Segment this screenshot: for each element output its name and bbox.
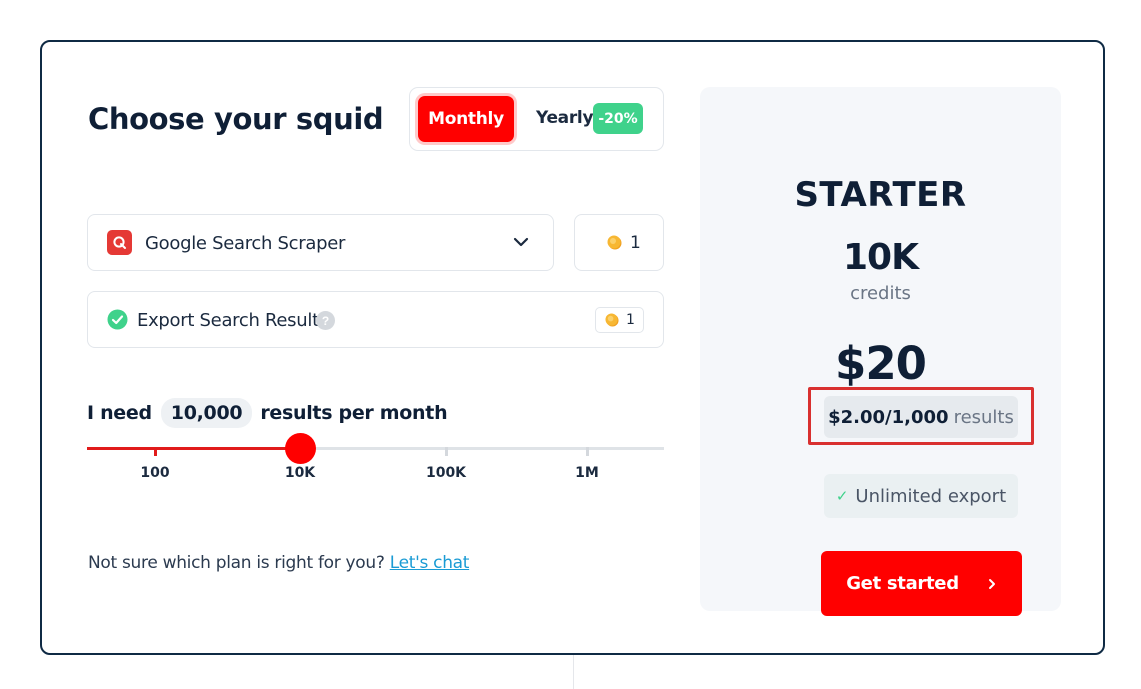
addon-export-search-results[interactable]: Export Search Results ? 1: [87, 291, 664, 348]
plan-price: $20: [835, 337, 927, 390]
usage-sentence: I need 10,000 results per month: [87, 397, 448, 429]
addon-credit-value: 1: [626, 312, 635, 328]
slider-tick-label: 100K: [425, 465, 467, 481]
coin-icon: [605, 313, 619, 327]
addon-label: Export Search Results: [137, 310, 328, 331]
slider-tick[interactable]: [445, 447, 448, 456]
usage-slider[interactable]: 100 10K 100K 1M: [87, 433, 664, 484]
usage-prefix: I need: [87, 402, 152, 424]
checkmark-icon: ✓: [835, 487, 849, 505]
scraper-credit-value: 1: [630, 233, 641, 253]
lets-chat-link[interactable]: Let's chat: [390, 553, 470, 573]
get-started-button[interactable]: Get started: [821, 551, 1022, 616]
unlimited-export-badge: ✓ Unlimited export: [824, 474, 1018, 518]
slider-fill: [87, 447, 300, 450]
slider-tick[interactable]: [586, 447, 589, 456]
slider-tick-label: 10K: [284, 465, 316, 481]
billing-toggle: Monthly Yearly -20%: [409, 87, 664, 151]
check-circle-icon[interactable]: [107, 309, 128, 330]
scraper-select[interactable]: Google Search Scraper: [87, 214, 554, 271]
usage-value-pill: 10,000: [160, 398, 253, 428]
monthly-toggle-button[interactable]: Monthly: [418, 96, 514, 142]
chevron-down-icon: [513, 237, 529, 247]
unlimited-export-label: Unlimited export: [855, 485, 1007, 507]
help-icon[interactable]: ?: [316, 311, 335, 330]
get-started-label: Get started: [846, 573, 959, 594]
plan-credits-amount: 10K: [843, 237, 919, 278]
pricing-card: Choose your squid Monthly Yearly -20% Go…: [40, 40, 1105, 655]
help-text: Not sure which plan is right for you? Le…: [88, 553, 469, 573]
highlight-box: [808, 387, 1034, 445]
help-question: Not sure which plan is right for you?: [88, 553, 385, 573]
coin-icon: [607, 235, 622, 250]
plan-name: STARTER: [794, 175, 967, 215]
chevron-right-icon: [988, 578, 995, 589]
plan-credits-unit: credits: [850, 283, 911, 304]
yearly-toggle-button[interactable]: Yearly: [536, 108, 594, 128]
slider-tick-label: 1M: [575, 465, 599, 481]
background-divider: [573, 655, 574, 689]
usage-suffix: results per month: [260, 402, 448, 424]
scraper-credit-cost: 1: [574, 214, 664, 271]
yearly-discount-badge: -20%: [593, 103, 643, 134]
slider-tick-label: 100: [140, 465, 170, 481]
q-logo-icon: [107, 230, 132, 255]
scraper-select-label: Google Search Scraper: [145, 233, 346, 254]
plan-summary-panel: STARTER 10K credits $20 $2.00/1,000 resu…: [700, 87, 1061, 616]
slider-tick[interactable]: [154, 447, 157, 456]
addon-credit-cost: 1: [595, 307, 644, 333]
page-title: Choose your squid: [88, 102, 384, 136]
slider-thumb[interactable]: [285, 433, 316, 464]
